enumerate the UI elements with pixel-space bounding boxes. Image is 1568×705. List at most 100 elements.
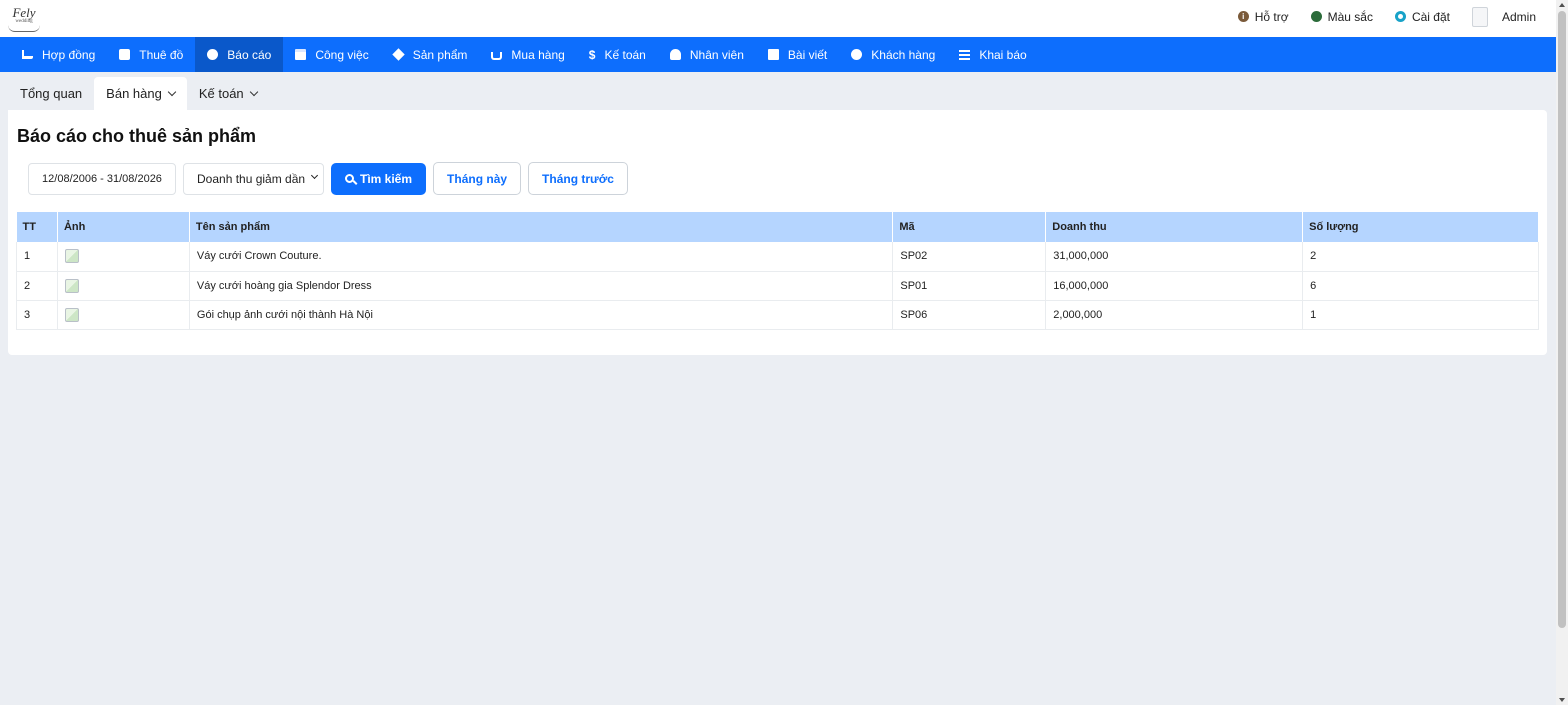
top-bar: Fely wedding i Hỗ trợ Màu sắc Cài đặt Ad… — [0, 0, 1556, 37]
table-header-row: TT Ảnh Tên sản phẩm Mã Doanh thu Số lượn… — [16, 212, 1539, 242]
user-menu[interactable]: Admin — [1471, 6, 1536, 27]
cell-revenue: 31,000,000 — [1045, 242, 1304, 272]
table-row: 2 Váy cưới hoàng gia Splendor Dress SP01… — [16, 271, 1539, 301]
cell-image — [57, 242, 190, 272]
col-header-tt[interactable]: TT — [16, 212, 58, 242]
cart-icon — [22, 50, 33, 59]
sort-selected-value: Doanh thu giảm dần — [197, 171, 306, 186]
top-right-menu: i Hỗ trợ Màu sắc Cài đặt Admin — [1237, 0, 1536, 33]
cell-tt: 1 — [16, 242, 58, 272]
nav-item-tasks[interactable]: Công việc — [283, 37, 380, 72]
tab-label: Tổng quan — [20, 86, 83, 101]
settings-label: Cài đặt — [1411, 9, 1450, 24]
cell-quantity: 2 — [1302, 242, 1539, 272]
nav-label: Khách hàng — [871, 47, 936, 62]
nav-item-reports[interactable]: Báo cáo — [195, 37, 284, 72]
nav-label: Kế toán — [604, 47, 646, 62]
col-header-quantity[interactable]: Số lượng — [1302, 212, 1539, 242]
col-header-image[interactable]: Ảnh — [57, 212, 190, 242]
search-label: Tìm kiếm — [360, 171, 413, 186]
nav-item-posts[interactable]: Bài viết — [756, 37, 839, 72]
page-title: Báo cáo cho thuê sản phẩm — [17, 126, 257, 146]
palette-icon — [1310, 11, 1322, 22]
smile-icon — [851, 49, 863, 60]
gear-icon — [1394, 11, 1406, 22]
tab-label: Bán hàng — [106, 86, 162, 101]
tab-accounting[interactable]: Kế toán — [187, 77, 269, 110]
search-button[interactable]: Tìm kiếm — [331, 162, 427, 195]
cell-revenue: 2,000,000 — [1045, 300, 1304, 330]
cell-quantity: 1 — [1302, 300, 1539, 330]
colors-link[interactable]: Màu sắc — [1310, 9, 1373, 24]
broken-image-icon — [64, 249, 79, 264]
nav-label: Báo cáo — [227, 47, 272, 62]
report-table: TT Ảnh Tên sản phẩm Mã Doanh thu Số lượn… — [16, 212, 1539, 330]
nav-item-accounting[interactable]: $ Kế toán — [577, 37, 658, 72]
chart-pie-icon — [207, 49, 219, 60]
this-month-button[interactable]: Tháng này — [433, 162, 522, 195]
chevron-down-icon — [249, 87, 258, 96]
sub-nav: Tổng quan Bán hàng Kế toán — [8, 77, 269, 110]
info-icon: i — [1237, 11, 1249, 22]
col-header-product-name[interactable]: Tên sản phẩm — [189, 212, 894, 242]
nav-label: Mua hàng — [511, 47, 565, 62]
cell-revenue: 16,000,000 — [1045, 271, 1304, 301]
date-range-input[interactable]: 12/08/2006 - 31/08/2026 — [28, 162, 176, 195]
report-card: Báo cáo cho thuê sản phẩm 12/08/2006 - 3… — [8, 110, 1547, 355]
nav-label: Thuê đồ — [139, 47, 184, 62]
user-name: Admin — [1501, 9, 1536, 24]
cell-code: SP06 — [892, 300, 1047, 330]
nav-label: Khai báo — [979, 47, 1027, 62]
sort-select[interactable]: Doanh thu giảm dần — [183, 162, 324, 195]
cell-code: SP01 — [892, 271, 1047, 301]
scrollbar-thumb[interactable] — [1558, 11, 1566, 628]
chevron-down-icon — [310, 171, 319, 179]
brand-logo[interactable]: Fely wedding — [6, 6, 42, 32]
nav-item-declarations[interactable]: Khai báo — [947, 37, 1038, 72]
support-label: Hỗ trợ — [1254, 9, 1289, 24]
nav-item-customers[interactable]: Khách hàng — [839, 37, 947, 72]
avatar — [1471, 6, 1488, 27]
last-month-button[interactable]: Tháng trước — [528, 162, 628, 195]
cell-image — [57, 300, 190, 330]
cell-tt: 3 — [16, 300, 58, 330]
cell-product-name: Gói chụp ảnh cưới nội thành Hà Nội — [189, 300, 894, 330]
nav-label: Công việc — [315, 47, 369, 62]
tab-overview[interactable]: Tổng quan — [8, 77, 94, 110]
support-link[interactable]: i Hỗ trợ — [1237, 9, 1289, 24]
nav-label: Nhân viên — [689, 47, 744, 62]
tab-sales[interactable]: Bán hàng — [94, 77, 187, 110]
filter-bar: 12/08/2006 - 31/08/2026 Doanh thu giảm d… — [28, 162, 628, 195]
settings-link[interactable]: Cài đặt — [1394, 9, 1450, 24]
nav-item-products[interactable]: Sản phẩm — [381, 37, 480, 72]
col-header-revenue[interactable]: Doanh thu — [1045, 212, 1304, 242]
user-icon — [669, 49, 681, 60]
table-row: 1 Váy cưới Crown Couture. SP02 31,000,00… — [16, 242, 1539, 272]
bootstrap-b-icon — [119, 49, 131, 60]
nav-item-rentals[interactable]: Thuê đồ — [107, 37, 195, 72]
newspaper-icon — [767, 49, 779, 60]
col-header-code[interactable]: Mã — [892, 212, 1047, 242]
page-scrollbar[interactable] — [1556, 0, 1568, 705]
nav-item-contracts[interactable]: Hợp đồng — [10, 37, 107, 72]
tab-label: Kế toán — [198, 86, 244, 101]
nav-item-staff[interactable]: Nhân viên — [658, 37, 756, 72]
main-nav: Hợp đồng Thuê đồ Báo cáo Công việc Sản p… — [0, 37, 1556, 72]
table-row: 3 Gói chụp ảnh cưới nội thành Hà Nội SP0… — [16, 300, 1539, 330]
cell-product-name: Váy cưới Crown Couture. — [189, 242, 894, 272]
scroll-down-icon[interactable] — [1559, 698, 1565, 702]
nav-item-purchasing[interactable]: Mua hàng — [479, 37, 576, 72]
dollar-icon: $ — [588, 47, 596, 62]
list-icon — [959, 49, 971, 60]
box-icon — [391, 48, 405, 61]
nav-label: Hợp đồng — [42, 47, 96, 62]
nav-label: Sản phẩm — [412, 47, 468, 62]
cell-product-name: Váy cưới hoàng gia Splendor Dress — [189, 271, 894, 301]
calendar-icon — [295, 49, 307, 60]
cell-quantity: 6 — [1302, 271, 1539, 301]
scroll-up-icon[interactable] — [1559, 3, 1565, 7]
cell-tt: 2 — [16, 271, 58, 301]
basket-icon — [491, 52, 503, 60]
broken-image-icon — [64, 278, 79, 293]
colors-label: Màu sắc — [1327, 9, 1373, 24]
